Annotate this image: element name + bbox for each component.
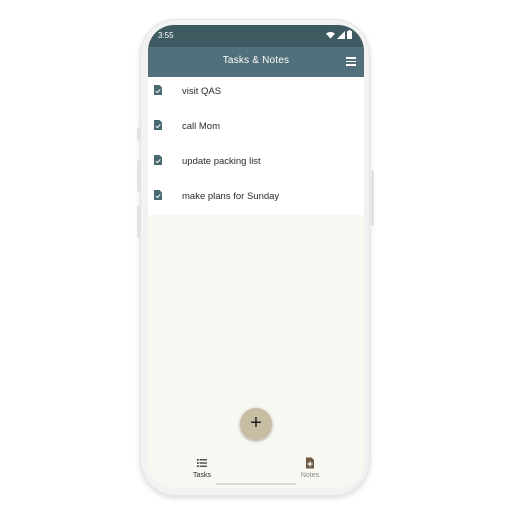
task-label: visit QAS — [182, 86, 222, 97]
note-document-icon — [154, 85, 162, 95]
phone-side-button — [137, 160, 140, 192]
status-bar: 3:55 — [148, 25, 364, 47]
tab-label: Tasks — [193, 472, 211, 479]
list-item[interactable]: make plans for Sunday — [148, 182, 364, 217]
signal-icon — [337, 30, 345, 39]
note-document-icon — [154, 190, 162, 200]
hamburger-menu-icon[interactable] — [346, 57, 356, 66]
wifi-icon — [326, 31, 335, 39]
note-document-icon — [154, 155, 162, 165]
task-label: update packing list — [182, 156, 261, 167]
list-item[interactable]: update packing list — [148, 147, 364, 182]
home-indicator[interactable] — [216, 483, 296, 485]
task-list: visit QAS call Mom update packing list m… — [148, 77, 364, 215]
task-label: make plans for Sunday — [182, 191, 280, 202]
battery-icon — [347, 30, 352, 39]
app-title: Tasks & Notes — [222, 55, 290, 66]
phone-side-button — [371, 170, 374, 226]
add-icon: + — [250, 412, 262, 434]
app-bar: Tasks & Notes — [148, 47, 364, 77]
note-add-icon — [306, 457, 314, 469]
list-item[interactable]: visit QAS — [148, 77, 364, 112]
note-document-icon — [154, 120, 162, 130]
phone-side-button — [137, 206, 140, 238]
list-item[interactable]: call Mom — [148, 112, 364, 147]
status-time: 3:55 — [158, 31, 174, 40]
tab-label: Notes — [300, 472, 320, 479]
phone-side-button — [137, 127, 140, 141]
add-task-button[interactable]: + — [240, 408, 272, 440]
task-label: call Mom — [182, 121, 221, 132]
list-icon — [197, 459, 207, 467]
app-screen: 3:55 Tasks & Notes visit QAS call Mom up… — [148, 25, 364, 488]
status-icons — [326, 30, 352, 39]
